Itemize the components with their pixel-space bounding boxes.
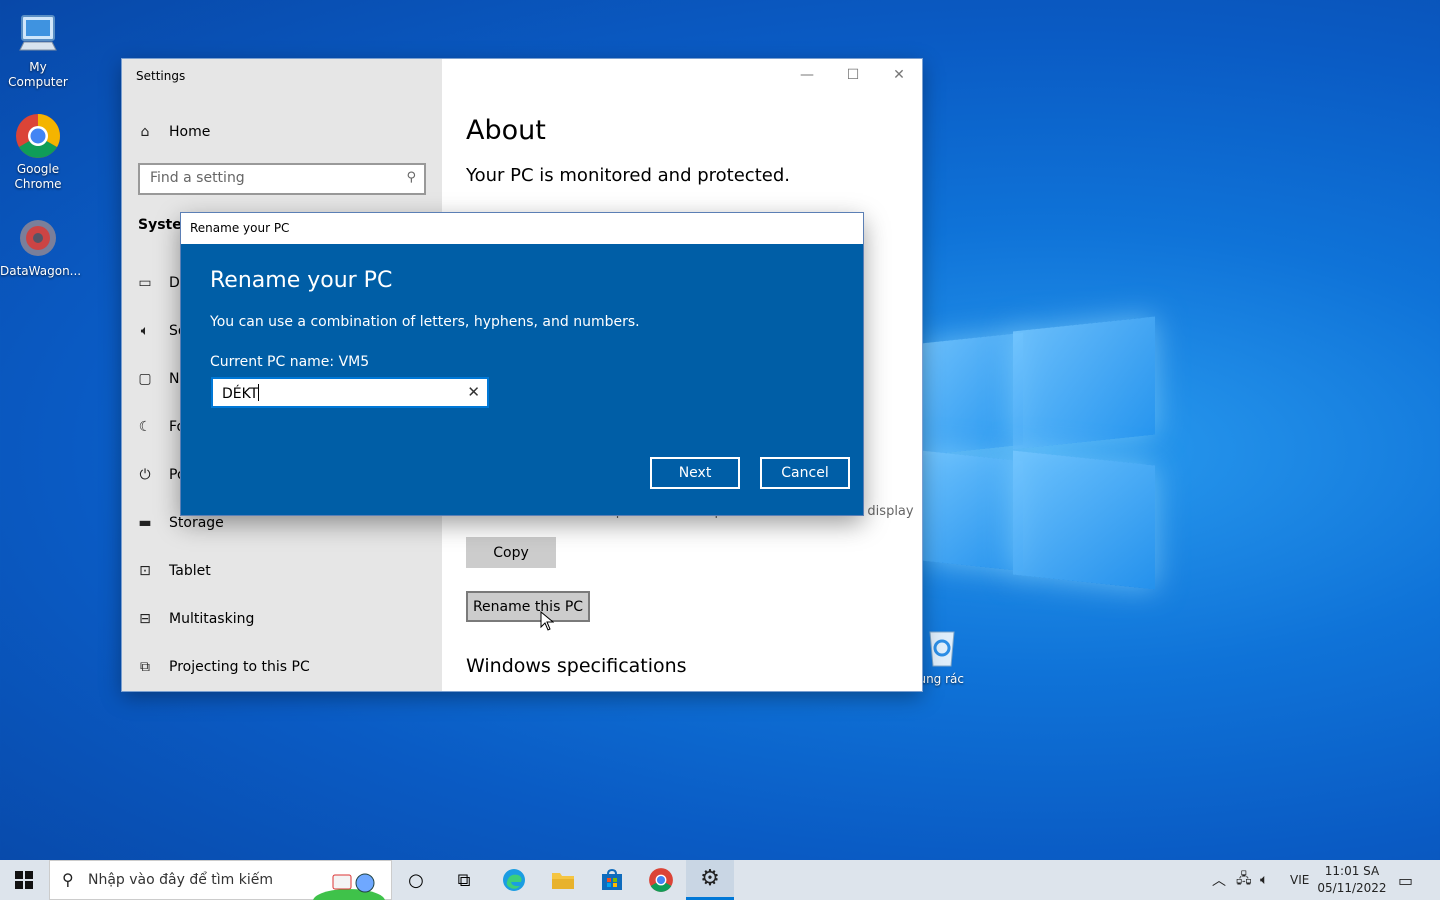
sidebar-item-label: Multitasking [169,611,255,627]
clock-date: 05/11/2022 [1317,881,1387,895]
folder-icon [552,873,574,889]
projecting-icon: ⧉ [140,659,150,675]
sidebar-item-home[interactable]: ⌂ Home [136,120,211,144]
computer-icon [14,10,62,58]
dialog-heading: Rename your PC [210,268,393,293]
notifications-icon: ▢ [138,371,152,387]
cancel-button[interactable]: Cancel [760,457,850,489]
windows-wallpaper-logo [905,316,1157,590]
cortana-icon: ○ [408,869,424,891]
next-button[interactable]: Next [650,457,740,489]
volume-icon: 🔈︎ [1260,872,1269,888]
desktop-icon-label: DataWagon... [0,264,82,278]
edge-icon [503,869,525,891]
notification-icon: ▭ [1398,870,1414,890]
chevron-up-icon: ︿ [1212,873,1226,889]
datawagon-icon [14,214,62,262]
text-caret [258,384,260,401]
window-title: Settings [136,69,186,83]
search-placeholder: Find a setting [150,170,245,186]
sidebar-item-power[interactable]: ⏻ Po [136,463,185,487]
home-icon: ⌂ [140,124,150,140]
search-icon: ⚲ [406,170,416,185]
current-pc-name: Current PC name: VM5 [210,354,370,370]
action-center-button[interactable]: ▭ [1398,860,1413,900]
new-pc-name-input[interactable]: DÉKT ✕ [211,377,489,408]
task-view-button[interactable]: ⧉ [440,864,488,896]
copy-button[interactable]: Copy [466,537,556,568]
taskbar-edge[interactable] [490,864,538,896]
taskbar-search-box[interactable]: ⚲ Nhập vào đây để tìm kiếm [49,860,392,900]
dialog-hint: You can use a combination of letters, hy… [210,314,640,330]
start-button[interactable] [0,860,48,900]
maximize-icon: ☐ [846,67,860,83]
gear-icon: ⚙ [700,866,720,891]
desktop-icon-google-chrome[interactable]: Google Chrome [0,112,76,192]
power-icon: ⏻ [139,467,151,483]
maximize-button[interactable]: ☐ [830,59,876,91]
taskbar-chrome[interactable] [637,864,685,896]
close-button[interactable]: ✕ [876,59,922,91]
sidebar-item-label: Storage [169,515,224,531]
sidebar-item-multitasking[interactable]: ⊟ Multitasking [136,607,254,631]
find-setting-input[interactable]: Find a setting ⚲ [138,163,426,195]
sidebar-item-display[interactable]: ▭ Di [136,271,183,295]
protection-status: Your PC is monitored and protected. [466,165,790,186]
windows-specifications-heading: Windows specifications [466,655,687,677]
chrome-icon [14,112,62,160]
task-view-icon: ⧉ [457,869,471,891]
taskbar-file-explorer[interactable] [539,864,587,896]
sidebar-item-label: Projecting to this PC [169,659,310,675]
sound-icon: 🔈︎ [140,323,150,339]
input-value: DÉKT [222,386,259,402]
taskbar-settings[interactable]: ⚙ [686,860,734,900]
tablet-icon: ⊡ [139,563,151,579]
mouse-cursor-icon [540,610,555,635]
desktop-icon-my-computer[interactable]: My Computer [0,10,76,90]
sidebar-item-tablet[interactable]: ⊡ Tablet [136,559,211,583]
display-icon: ▭ [138,275,152,291]
recycle-bin-icon [922,626,962,670]
dialog-body: Rename your PC You can use a combination… [181,244,863,515]
multitasking-icon: ⊟ [139,611,151,627]
sidebar-item-label: Tablet [169,563,211,579]
minimize-button[interactable]: — [784,59,830,91]
storage-icon: ▬ [138,515,152,531]
chrome-icon [649,868,673,892]
sidebar-item-projecting[interactable]: ⧉ Projecting to this PC [136,655,310,679]
show-hidden-icons-button[interactable]: ︿ [1212,860,1226,900]
clock-time: 11:01 SA [1324,864,1380,878]
minimize-icon: — [800,67,814,83]
desktop-icon-datawagon[interactable]: DataWagon... [0,214,82,279]
rename-pc-dialog: Rename your PC Rename your PC You can us… [181,213,863,515]
sidebar-item-focus-assist[interactable]: ☾ Fo [136,415,185,439]
cortana-button[interactable]: ○ [392,864,440,896]
dialog-titlebar: Rename your PC [181,213,863,244]
taskbar-clock[interactable]: 11:01 SA 05/11/2022 [1316,863,1388,897]
language-indicator[interactable]: VIE [1290,860,1309,900]
search-icon: ⚲ [62,870,74,889]
taskbar-search-placeholder: Nhập vào đây để tìm kiếm [88,872,274,888]
search-highlight-icon [313,873,385,900]
network-button[interactable]: 🖧︎ [1236,860,1252,900]
focus-assist-icon: ☾ [138,419,152,435]
sidebar-item-sound[interactable]: 🔈︎ So [136,319,187,343]
sidebar-item-label: Home [169,124,211,140]
desktop-icon-label: Google Chrome [14,162,62,191]
store-icon [602,868,622,890]
taskbar: ⚲ Nhập vào đây để tìm kiếm ○ ⧉ ⚙ ︿ 🖧︎ 🔈︎… [0,860,1440,900]
network-icon: 🖧︎ [1236,871,1252,887]
close-icon: ✕ [893,67,905,83]
window-controls: — ☐ ✕ [784,59,922,91]
page-title: About [466,115,546,146]
desktop-icon-label: My Computer [8,60,68,89]
clear-input-icon[interactable]: ✕ [467,383,480,401]
rename-pc-button[interactable]: Rename this PC [466,591,590,622]
windows-start-icon [15,871,33,889]
taskbar-store[interactable] [588,864,636,896]
volume-button[interactable]: 🔈︎ [1260,860,1268,900]
